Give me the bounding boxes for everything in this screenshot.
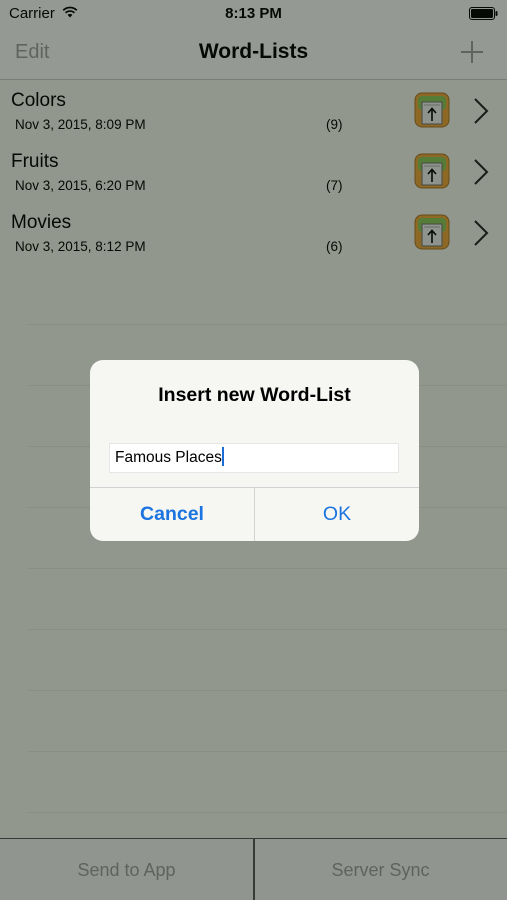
word-list-name-input[interactable]: Famous Places <box>109 443 399 473</box>
ok-button[interactable]: OK <box>255 488 419 541</box>
dialog-title: Insert new Word-List <box>158 384 351 406</box>
cancel-button[interactable]: Cancel <box>90 488 254 541</box>
text-cursor <box>221 447 224 466</box>
insert-word-list-dialog: Insert new Word-List Famous Places Cance… <box>90 360 419 541</box>
app-screen: Carrier 8:13 PM Edit Word-Lists Colors N… <box>0 0 507 900</box>
input-value: Famous Places <box>115 449 222 466</box>
